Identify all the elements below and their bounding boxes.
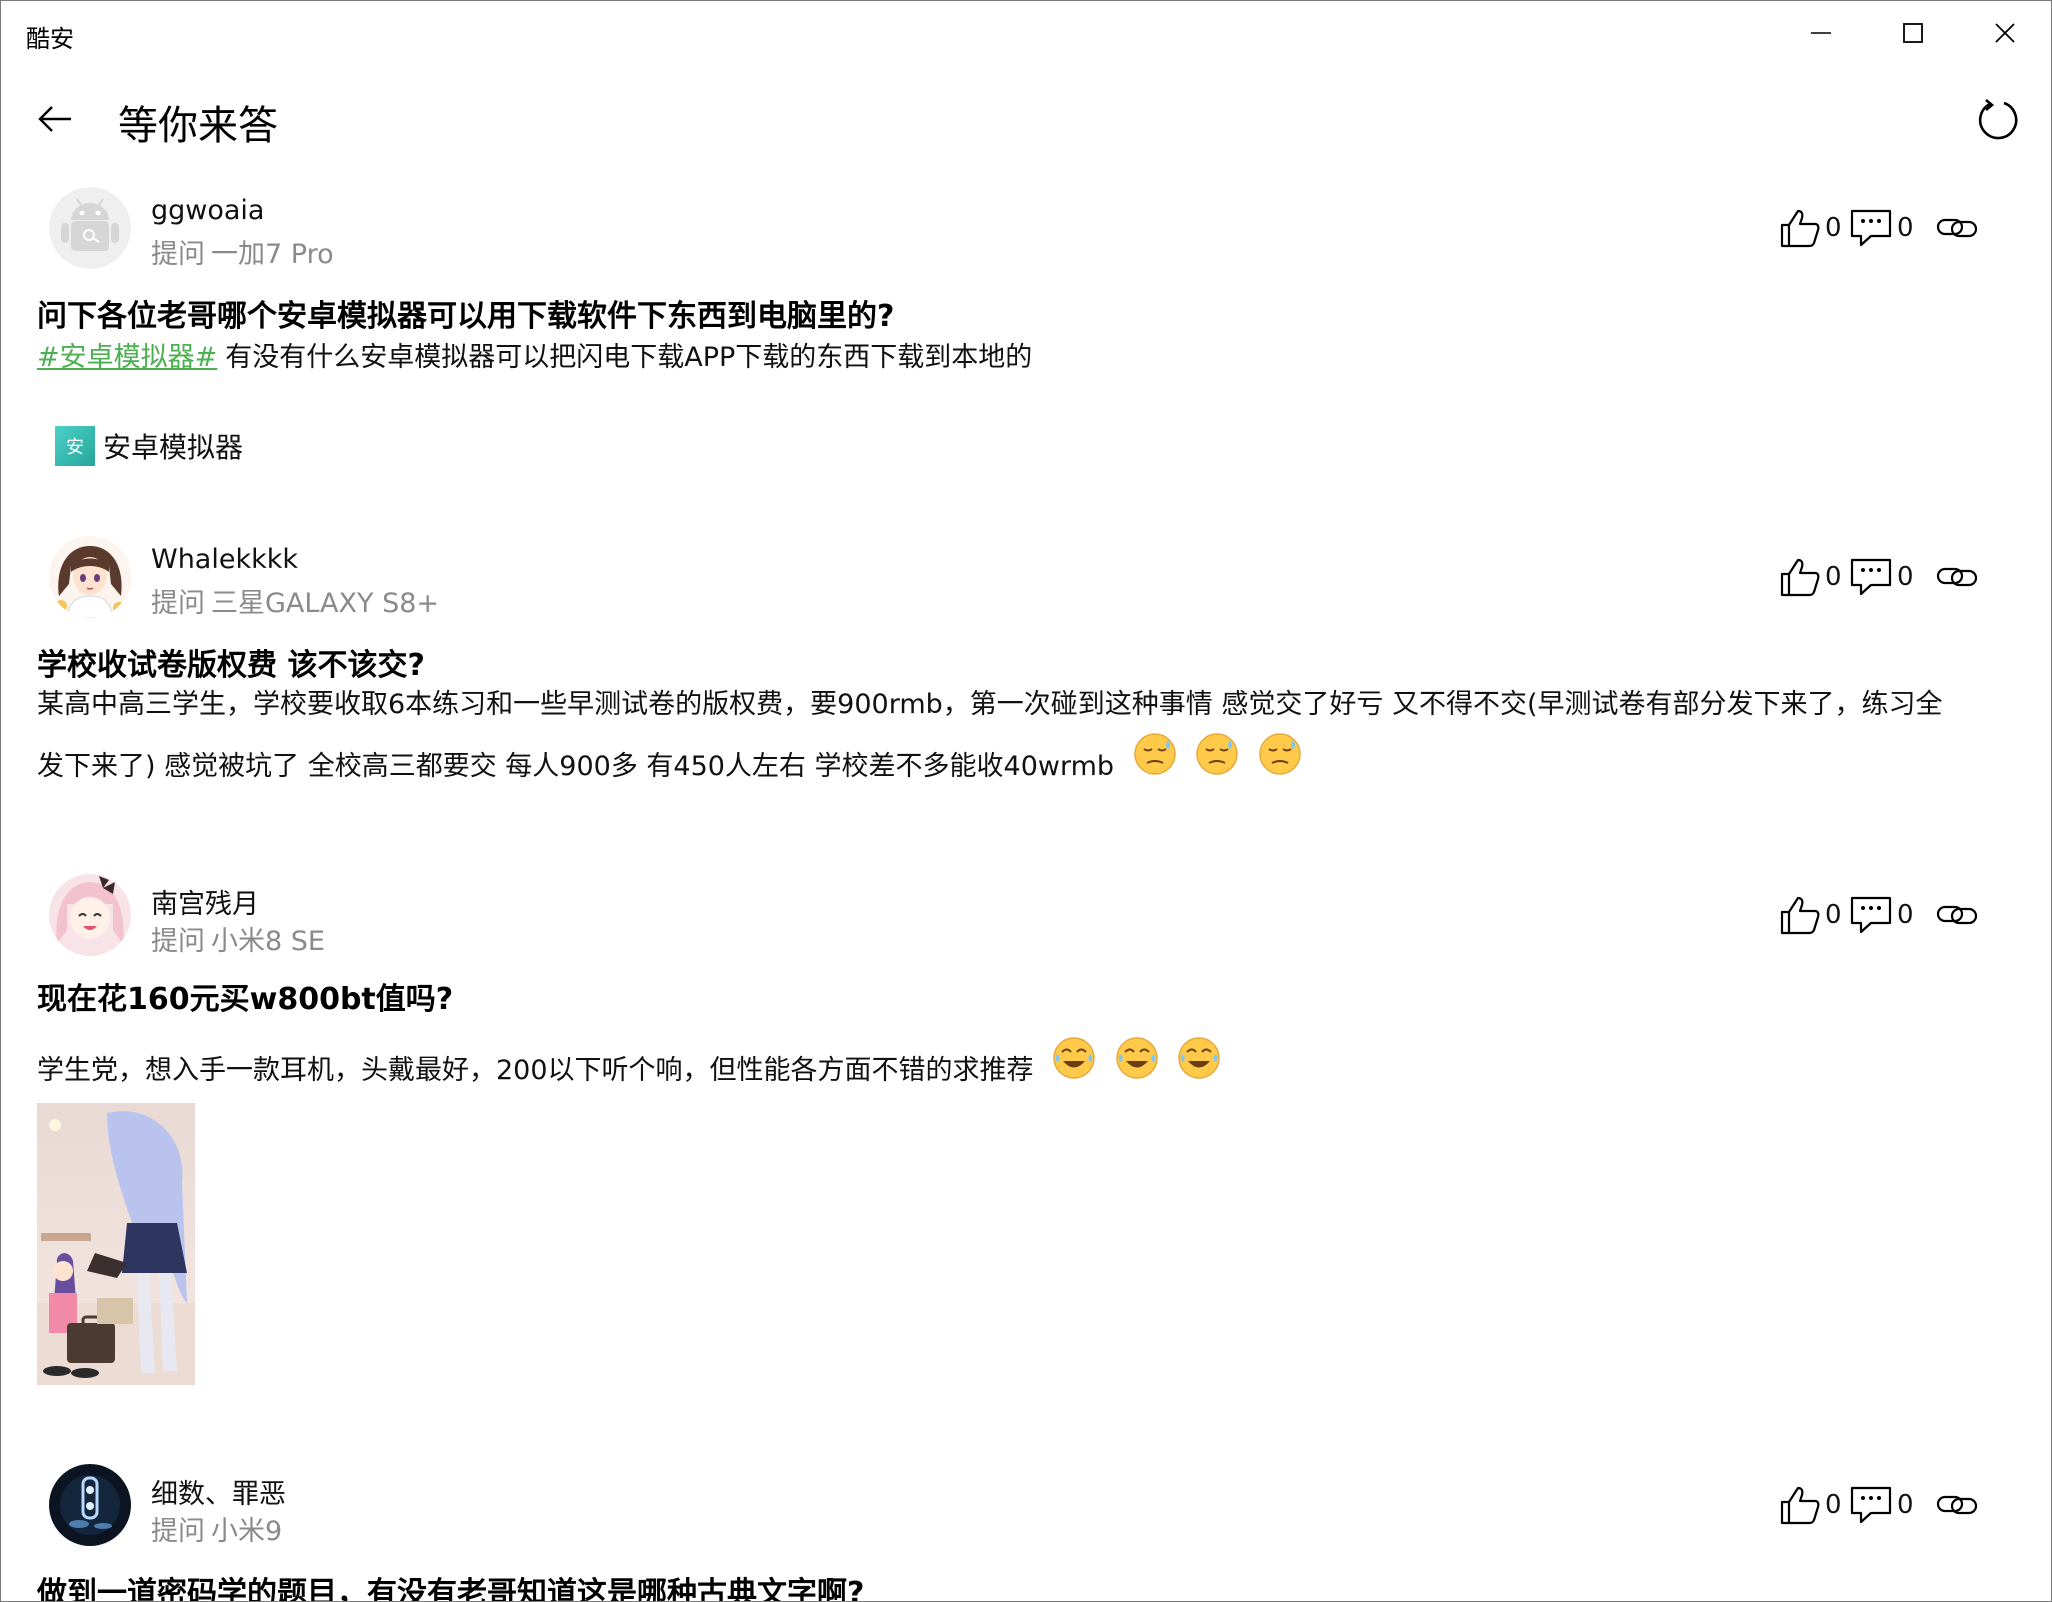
post-body-text: 有没有什么安卓模拟器可以把闪电下载APP下载的东西下载到本地的 — [225, 342, 1033, 373]
comment-button[interactable]: 0 — [1849, 1485, 1933, 1525]
comment-icon — [1850, 209, 1892, 247]
comment-icon — [1850, 1486, 1892, 1524]
post-meta: 提问 三星GALAXY S8+ — [151, 581, 445, 620]
refresh-button[interactable] — [1967, 89, 2029, 151]
comment-button[interactable]: 0 — [1849, 208, 1933, 248]
post-meta: 提问 一加7 Pro — [151, 232, 340, 271]
post-type: 提问 — [151, 926, 205, 957]
post-body-line: 某高中高三学生，学校要收取6本练习和一些早测试卷的版权费，要900rmb，第一次… — [37, 689, 1943, 720]
hashtag-link[interactable]: #安卓模拟器# — [37, 342, 217, 373]
title-bar: 酷安 — [1, 1, 2051, 65]
like-count: 0 — [1825, 562, 1842, 592]
comment-count: 0 — [1897, 562, 1914, 592]
page-header: 等你来答 — [1, 65, 2051, 171]
post-meta: 提问 小米8 SE — [151, 919, 331, 958]
like-button[interactable]: 0 — [1779, 208, 1849, 248]
thumbs-up-icon — [1780, 1486, 1820, 1525]
device-name: 一加7 Pro — [211, 239, 334, 270]
post-actions: 0 0 — [1779, 1480, 1981, 1530]
post-body-line: 发下来了) 感觉被坑了 全校高三都要交 每人900多 有450人左右 学校差不多… — [37, 732, 1302, 783]
share-link-button[interactable] — [1933, 213, 1981, 243]
like-count: 0 — [1825, 213, 1842, 243]
like-count: 0 — [1825, 900, 1842, 930]
like-count: 0 — [1825, 1490, 1842, 1520]
refresh-icon — [1978, 99, 2018, 140]
link-icon — [1936, 1495, 1978, 1515]
post-body: #安卓模拟器# 有没有什么安卓模拟器可以把闪电下载APP下载的东西下载到本地的 — [37, 335, 1032, 374]
link-icon — [1936, 218, 1978, 238]
post-meta: 提问 小米9 — [151, 1509, 288, 1548]
post-image-thumbnail[interactable] — [37, 1103, 195, 1385]
thumbs-up-icon — [1780, 209, 1820, 248]
minimize-icon — [1811, 32, 1831, 34]
username[interactable]: ggwoaia — [151, 195, 264, 226]
comment-count: 0 — [1897, 900, 1914, 930]
app-window: 酷安 等你来答 ggwoaia 提问 一加7 Pro 0 0 问下各位老哥哪个安… — [0, 0, 2052, 1602]
post-type: 提问 — [151, 1516, 205, 1547]
comment-icon — [1850, 558, 1892, 596]
laugh-cry-emoji-icon — [1177, 1036, 1221, 1087]
thumbs-up-icon — [1780, 896, 1820, 935]
comment-button[interactable]: 0 — [1849, 557, 1933, 597]
like-button[interactable]: 0 — [1779, 895, 1849, 935]
post-actions: 0 0 — [1779, 552, 1981, 602]
back-button[interactable] — [27, 91, 83, 147]
topic-app-icon: 安 — [55, 426, 95, 466]
share-link-button[interactable] — [1933, 900, 1981, 930]
topic-label: 安卓模拟器 — [103, 431, 244, 464]
maximize-icon — [1903, 23, 1923, 43]
device-name: 小米8 SE — [211, 926, 325, 957]
sweat-emoji-icon — [1133, 732, 1177, 783]
topic-chip[interactable]: 安 安卓模拟器 — [55, 426, 243, 466]
anime-girl-avatar — [49, 874, 131, 956]
page-title: 等你来答 — [118, 103, 278, 149]
avatar[interactable] — [49, 187, 131, 269]
post-body-text: 学生党，想入手一款耳机，头戴最好，200以下听个响，但性能各方面不错的求推荐 — [37, 1055, 1034, 1086]
laugh-cry-emoji-icon — [1052, 1036, 1096, 1087]
post-actions: 0 0 — [1779, 890, 1981, 940]
avatar[interactable] — [49, 1464, 131, 1546]
post-type: 提问 — [151, 588, 205, 619]
username[interactable]: 南宫残月 — [151, 882, 259, 921]
arrow-left-icon — [38, 106, 71, 132]
link-icon — [1936, 567, 1978, 587]
share-link-button[interactable] — [1933, 562, 1981, 592]
like-button[interactable]: 0 — [1779, 557, 1849, 597]
thumbs-up-icon — [1780, 558, 1820, 597]
share-link-button[interactable] — [1933, 1490, 1981, 1520]
close-window-button[interactable] — [1959, 1, 2051, 65]
laugh-cry-emoji-icon — [1115, 1036, 1159, 1087]
android-default-avatar-icon — [49, 187, 131, 269]
anime-room-illustration — [37, 1103, 195, 1385]
link-icon — [1936, 905, 1978, 925]
app-title: 酷安 — [26, 25, 74, 53]
comment-icon — [1850, 896, 1892, 934]
dark-light-avatar — [49, 1464, 131, 1546]
device-name: 小米9 — [211, 1516, 283, 1547]
post-title[interactable]: 学校收试卷版权费 该不该交? — [37, 640, 425, 684]
avatar[interactable] — [49, 536, 131, 618]
close-icon — [1995, 23, 2015, 43]
comment-button[interactable]: 0 — [1849, 895, 1933, 935]
sweat-emoji-icon — [1258, 732, 1302, 783]
sweat-emoji-icon — [1195, 732, 1239, 783]
avatar[interactable] — [49, 874, 131, 956]
post-title[interactable]: 现在花160元买w800bt值吗? — [37, 974, 453, 1018]
post-actions: 0 0 — [1779, 203, 1981, 253]
device-name: 三星GALAXY S8+ — [211, 588, 440, 619]
like-button[interactable]: 0 — [1779, 1485, 1849, 1525]
post-title[interactable]: 问下各位老哥哪个安卓模拟器可以用下载软件下东西到电脑里的? — [37, 291, 894, 335]
post-type: 提问 — [151, 239, 205, 270]
username[interactable]: 细数、罪恶 — [151, 1472, 286, 1511]
post-body-line: 学生党，想入手一款耳机，头戴最好，200以下听个响，但性能各方面不错的求推荐 — [37, 1036, 1221, 1087]
post-body-text: 发下来了) 感觉被坑了 全校高三都要交 每人900多 有450人左右 学校差不多… — [37, 751, 1115, 782]
post-title[interactable]: 做到一道密码学的题目，有没有老哥知道这是哪种古典文字啊? — [37, 1568, 864, 1601]
minimize-button[interactable] — [1775, 1, 1867, 65]
comment-count: 0 — [1897, 1490, 1914, 1520]
anime-girl-avatar — [49, 536, 131, 618]
maximize-button[interactable] — [1867, 1, 1959, 65]
comment-count: 0 — [1897, 213, 1914, 243]
username[interactable]: Whalekkkk — [151, 544, 298, 575]
